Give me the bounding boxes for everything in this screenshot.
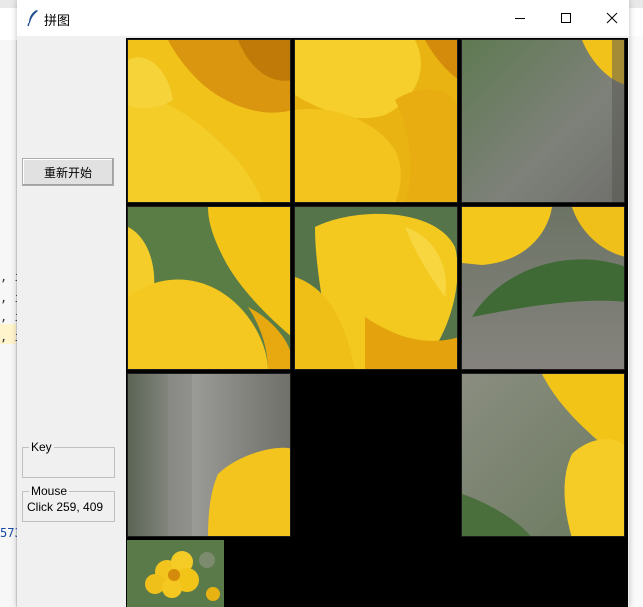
maximize-icon <box>561 13 571 23</box>
empty-cell[interactable] <box>294 373 458 537</box>
puzzle-tile[interactable] <box>127 39 291 203</box>
close-button[interactable] <box>589 0 635 36</box>
puzzle-tile[interactable] <box>461 206 625 370</box>
key-value <box>27 454 114 456</box>
preview-thumbnail <box>127 540 224 607</box>
minimize-icon <box>515 18 525 19</box>
puzzle-board[interactable] <box>126 38 628 607</box>
minimize-button[interactable] <box>497 0 543 36</box>
maximize-button[interactable] <box>543 0 589 36</box>
restart-button[interactable]: 重新开始 <box>22 158 114 186</box>
key-frame: Key <box>22 440 115 478</box>
window-title: 拼图 <box>44 14 71 29</box>
key-frame-label: Key <box>31 440 52 454</box>
puzzle-tile[interactable] <box>127 206 291 370</box>
mouse-frame: Mouse Click 259, 409 <box>22 484 115 522</box>
puzzle-tile[interactable] <box>461 373 625 537</box>
mouse-frame-label: Mouse <box>31 484 68 498</box>
title-bar[interactable]: 拼图 <box>17 0 629 36</box>
background-scrollbar <box>628 36 643 607</box>
puzzle-tile[interactable] <box>461 39 625 203</box>
puzzle-window: 拼图 重新开始 Key Mouse Click 259, 409 <box>17 0 629 607</box>
puzzle-tile[interactable] <box>294 206 458 370</box>
puzzle-tile[interactable] <box>294 39 458 203</box>
mouse-value: Click 259, 409 <box>27 500 104 514</box>
feather-icon <box>27 10 38 27</box>
puzzle-tile[interactable] <box>127 373 291 537</box>
close-icon <box>606 12 618 24</box>
